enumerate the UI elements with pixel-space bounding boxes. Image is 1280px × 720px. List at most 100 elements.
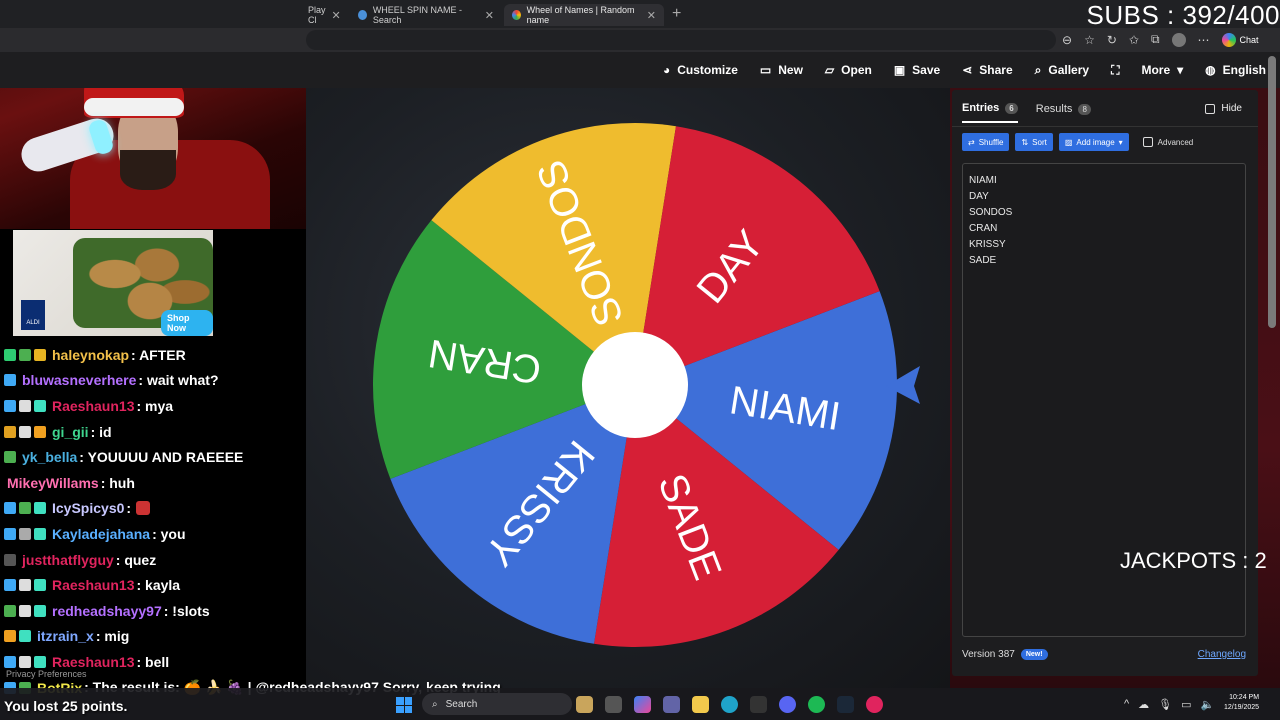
tab-entries[interactable]: Entries 6 [962, 102, 1018, 123]
share-button[interactable]: ⋖ Share [962, 63, 1012, 77]
refresh-icon[interactable]: ↻ [1107, 33, 1117, 47]
file-explorer-icon[interactable] [692, 696, 709, 713]
chat-username[interactable]: Raeshaun13 [52, 577, 134, 593]
search-icon: ⌕ [1034, 62, 1042, 77]
results-count-badge: 8 [1078, 103, 1091, 115]
add-image-label: Add image [1076, 137, 1115, 147]
close-icon[interactable]: ✕ [332, 9, 341, 22]
changelog-link[interactable]: Changelog [1198, 649, 1246, 660]
edge-icon[interactable] [721, 696, 738, 713]
add-image-button[interactable]: ▨ Add image ▾ [1058, 133, 1129, 151]
chat-badge-icon [19, 630, 31, 643]
copilot-app-icon[interactable] [634, 696, 651, 713]
browser-tab[interactable]: Play Cl ✕ [300, 4, 346, 26]
aldi-ad[interactable]: ALDI Shop Now [13, 230, 213, 336]
tab-results[interactable]: Results 8 [1036, 102, 1091, 123]
more-icon[interactable]: ⋯ [1198, 33, 1210, 47]
store-icon[interactable] [750, 696, 767, 713]
advanced-toggle[interactable]: Advanced [1142, 137, 1193, 147]
chat-username[interactable]: bluwasneverhere [22, 372, 136, 388]
new-badge: New! [1020, 649, 1048, 660]
app-icon[interactable] [866, 696, 883, 713]
version-label: Version 387 [962, 649, 1015, 660]
palette-icon: ◕ [662, 63, 671, 77]
shuffle-button[interactable]: ⇄ Shuffle [962, 133, 1010, 151]
browser-tab[interactable]: WHEEL SPIN NAME - Search ✕ [350, 4, 502, 26]
profile-avatar[interactable] [1171, 32, 1186, 47]
shop-now-button[interactable]: Shop Now [161, 310, 213, 336]
chat-badge-icon [34, 655, 46, 668]
gift-app-icon[interactable] [576, 696, 593, 713]
discord-icon[interactable] [779, 696, 796, 713]
chat-username[interactable]: Raeshaun13 [52, 398, 134, 414]
cloud-icon[interactable]: ☁ [1138, 698, 1149, 711]
chat-text: : kayla [136, 577, 181, 594]
hide-checkbox[interactable] [1205, 103, 1216, 114]
save-button[interactable]: ▣ Save [894, 63, 940, 77]
collections-icon[interactable]: ⧉ [1151, 32, 1160, 47]
chat-message: haleynokap : AFTER [0, 342, 520, 368]
reader-icon[interactable]: ⊖ [1062, 33, 1072, 47]
wheel-hub[interactable] [582, 332, 688, 438]
language-button[interactable]: ◍ English [1205, 63, 1266, 77]
favorite-icon[interactable]: ☆ [1084, 33, 1095, 47]
chat-text: : mig [95, 628, 130, 645]
windows-taskbar: ⌕ Search ^ ☁ 🎙 ▭ 🔈 10:24 PM 12/19/2025 [0, 688, 1280, 720]
more-button[interactable]: More ▾ [1141, 63, 1183, 77]
chat-message: itzrain_x : mig [0, 624, 520, 650]
page-scrollbar[interactable] [1268, 56, 1276, 328]
taskbar-apps [576, 696, 883, 713]
chat-username[interactable]: gi_gii [52, 424, 89, 440]
taskbar-search[interactable]: ⌕ Search [422, 693, 572, 715]
sort-button[interactable]: ⇅ Sort [1015, 133, 1053, 151]
chat-username[interactable]: redheadshayy97 [52, 603, 162, 619]
chat-username[interactable]: MikeyWillams [7, 475, 99, 491]
gallery-button[interactable]: ⌕ Gallery [1035, 63, 1089, 78]
open-button[interactable]: ▱ Open [825, 63, 872, 77]
customize-button[interactable]: ◕ Customize [663, 63, 738, 77]
chat-username[interactable]: Raeshaun13 [52, 654, 134, 670]
task-view-icon[interactable] [605, 696, 622, 713]
close-icon[interactable]: ✕ [485, 9, 494, 22]
microphone-icon[interactable]: 🎙 [1158, 698, 1172, 711]
windows-start-icon[interactable] [396, 697, 412, 713]
steam-icon[interactable] [837, 696, 854, 713]
teams-icon[interactable] [663, 696, 680, 713]
chat-badge-icon [4, 374, 16, 387]
shuffle-icon: ⇄ [968, 137, 975, 147]
copilot-chat-button[interactable]: Chat [1221, 32, 1259, 47]
advanced-checkbox[interactable] [1142, 137, 1153, 147]
stream-chat: haleynokap : AFTER bluwasneverhere : wait… [0, 342, 520, 700]
spotify-icon[interactable] [808, 696, 825, 713]
chat-username[interactable]: yk_bella [22, 449, 77, 465]
customize-label: Customize [677, 63, 738, 77]
hide-toggle[interactable]: Hide [1205, 103, 1242, 114]
chat-badge-icon [34, 425, 46, 438]
chat-username[interactable]: itzrain_x [37, 628, 94, 644]
chat-emote-icon [136, 501, 151, 516]
entries-actions: ⇄ Shuffle ⇅ Sort ▨ Add image ▾ Advanced [962, 133, 1193, 151]
chat-message: bluwasneverhere : wait what? [0, 368, 520, 394]
address-field[interactable] [306, 30, 1056, 50]
volume-icon[interactable]: 🔈 [1201, 698, 1215, 711]
chat-badge-icon [19, 655, 31, 668]
chevron-up-icon[interactable]: ^ [1124, 698, 1129, 711]
chat-badge-icon [19, 502, 31, 515]
chat-username[interactable]: justthatflyguy [22, 552, 114, 568]
chat-username[interactable]: Kayladejahana [52, 526, 150, 542]
new-tab-icon[interactable]: + [672, 5, 681, 23]
browser-tab-active[interactable]: Wheel of Names | Random name ✕ [504, 4, 664, 26]
fullscreen-button[interactable]: ⛶ [1111, 63, 1119, 78]
entry-line: CRAN [969, 223, 998, 234]
network-icon[interactable]: ▭ [1181, 698, 1191, 711]
new-button[interactable]: ▭ New [760, 63, 803, 77]
close-icon[interactable]: ✕ [647, 9, 656, 22]
favorites-icon[interactable]: ✩ [1129, 33, 1139, 47]
chat-username[interactable]: haleynokap [52, 347, 129, 363]
chat-text: : AFTER [131, 346, 186, 363]
privacy-preferences[interactable]: Privacy Preferences [6, 669, 87, 679]
sort-label: Sort [1032, 137, 1047, 147]
chat-username[interactable]: IcySpicys0 [52, 500, 124, 516]
system-clock[interactable]: 10:24 PM 12/19/2025 [1224, 693, 1259, 713]
entries-count-badge: 6 [1005, 102, 1018, 114]
